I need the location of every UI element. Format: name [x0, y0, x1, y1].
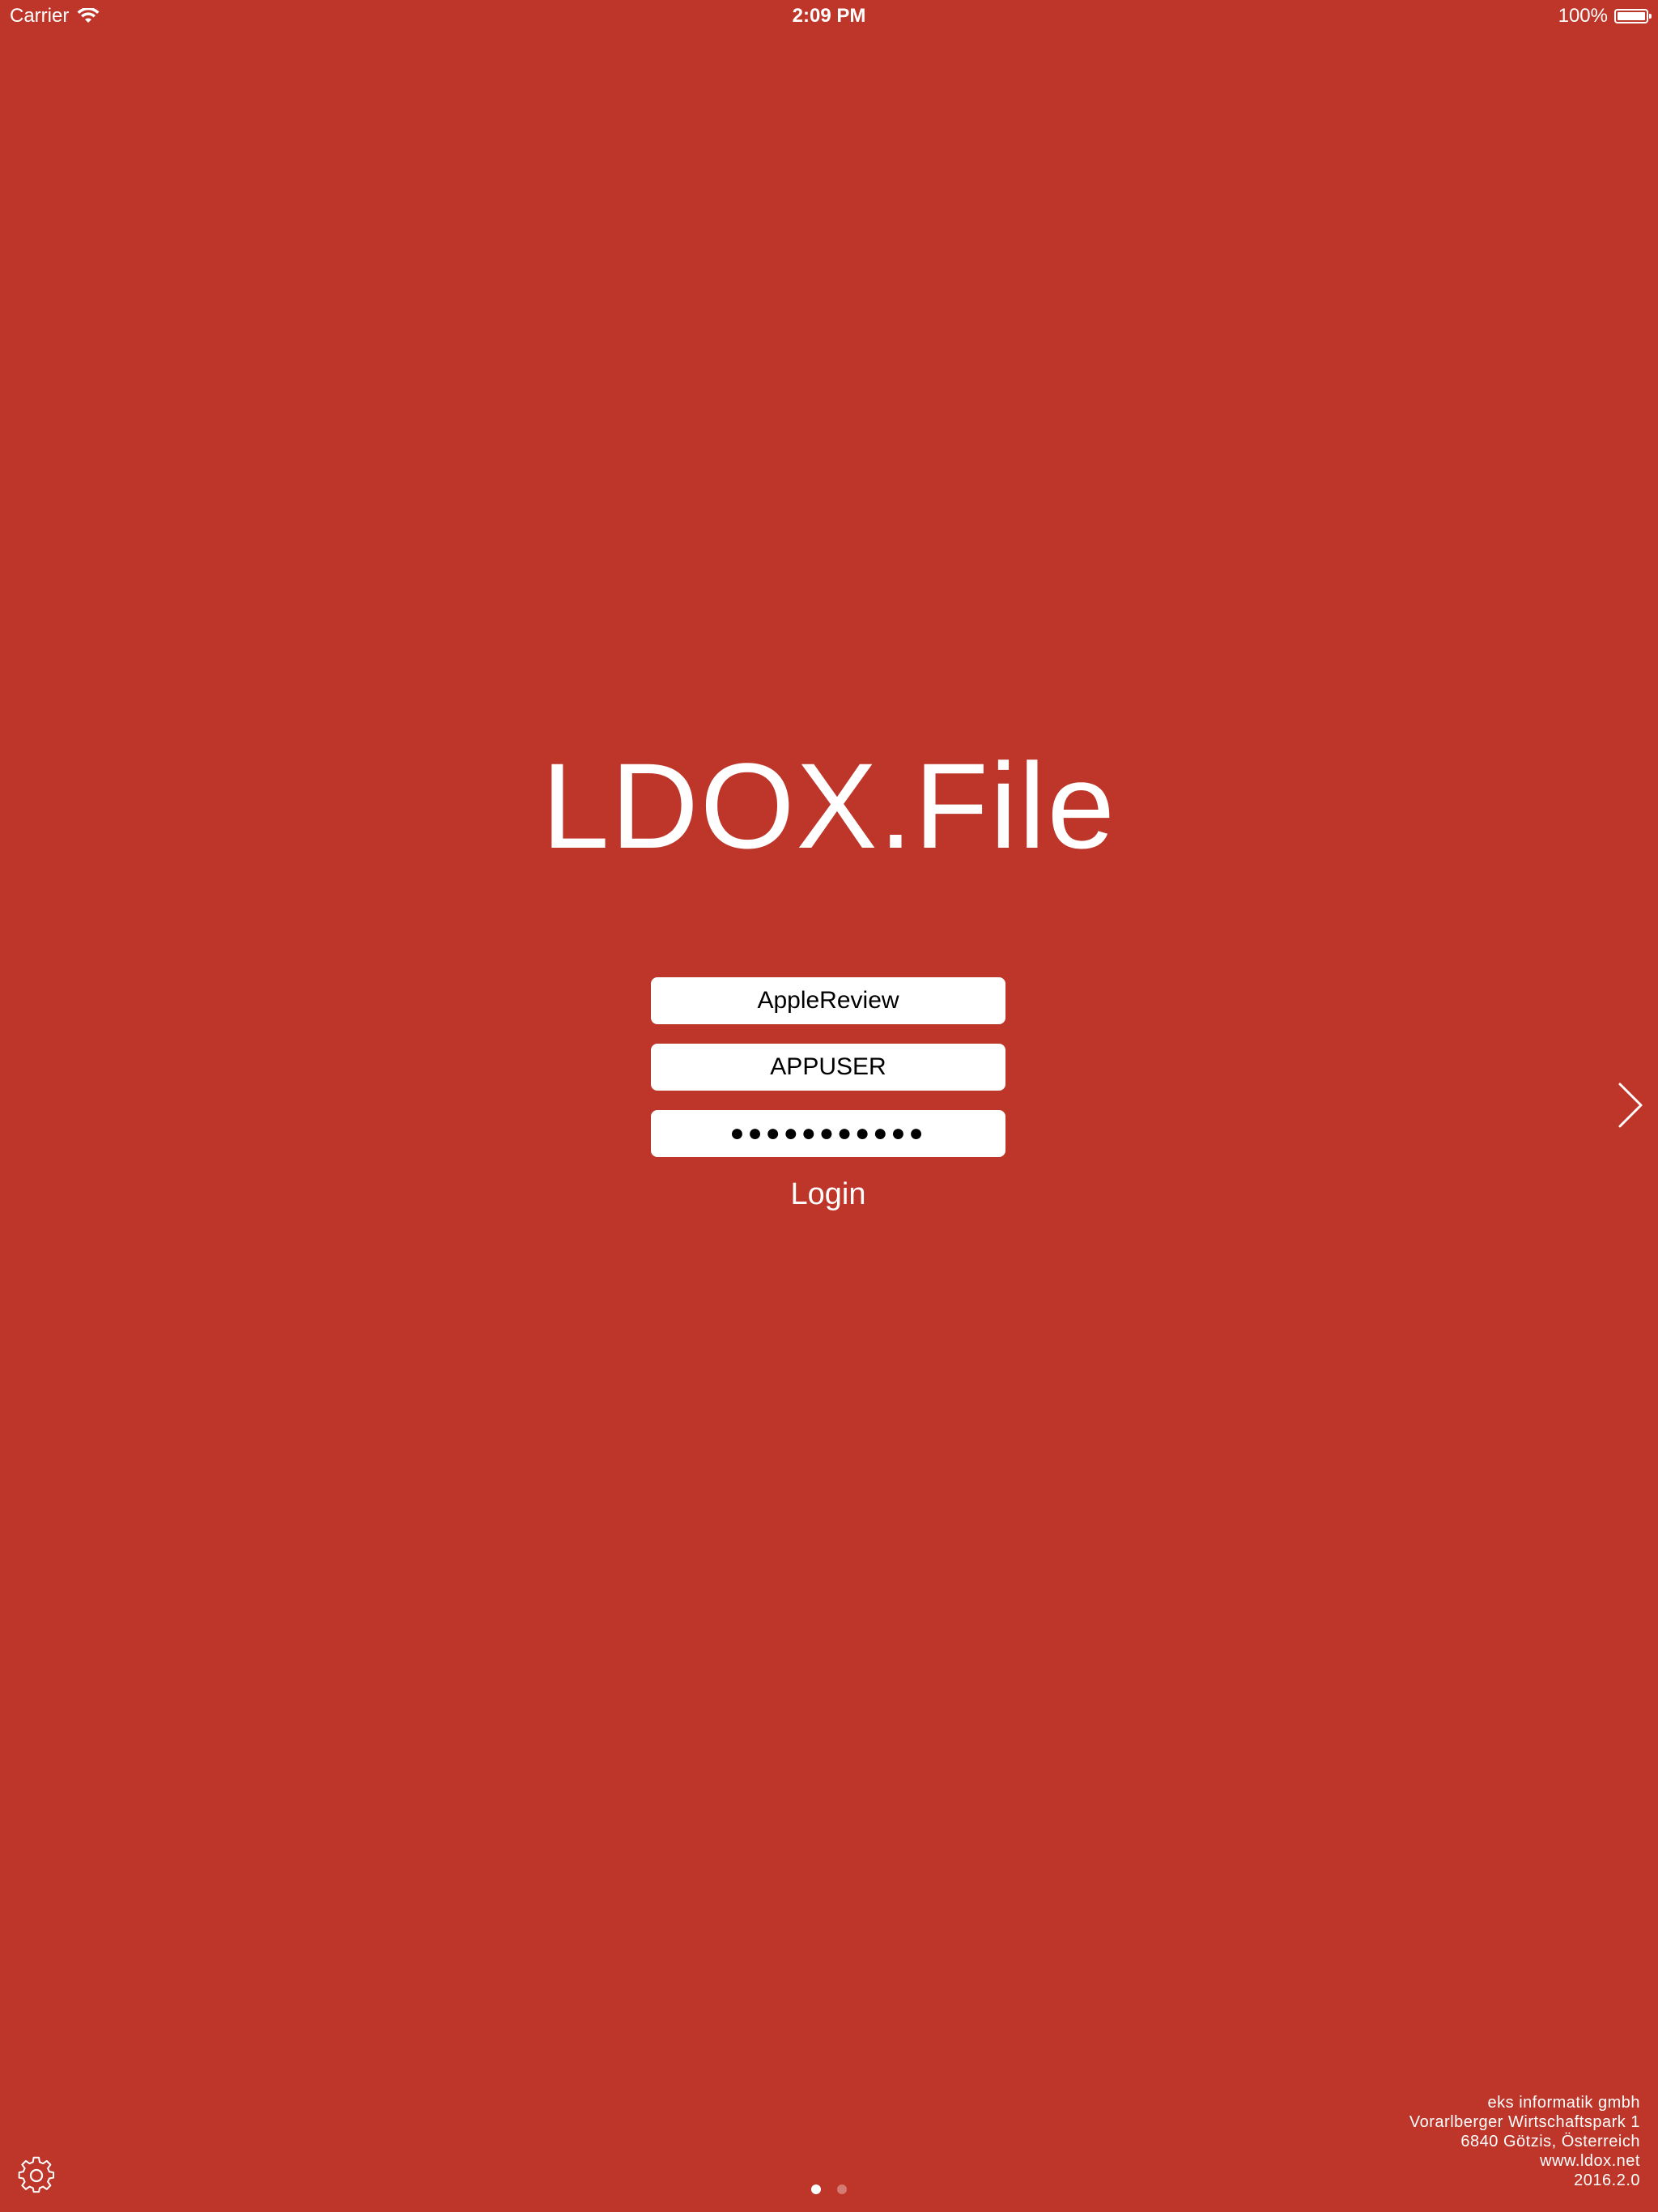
login-button[interactable]: Login — [651, 1176, 1005, 1213]
app-title: LDOX.File — [542, 738, 1116, 874]
company-city: 6840 Götzis, Österreich — [1460, 2133, 1640, 2150]
company-website: www.ldox.net — [1540, 2152, 1640, 2170]
page-dot-inactive[interactable] — [837, 2184, 847, 2194]
battery-icon — [1614, 9, 1652, 23]
company-name: eks informatik gmbh — [1487, 2094, 1640, 2112]
chevron-right-icon[interactable] — [1615, 1081, 1647, 1129]
company-street: Vorarlberger Wirtschaftspark 1 — [1409, 2113, 1640, 2131]
page-dot-active[interactable] — [811, 2184, 821, 2194]
server-field[interactable] — [651, 977, 1005, 1024]
page-indicator[interactable] — [0, 2184, 1658, 2194]
password-field[interactable] — [651, 1110, 1005, 1157]
login-form: Login — [651, 977, 1005, 1213]
battery-percent: 100% — [1558, 5, 1608, 27]
company-info: eks informatik gmbh Vorarlberger Wirtsch… — [1409, 2093, 1640, 2190]
status-bar: Carrier 2:09 PM 100% — [0, 0, 1658, 32]
status-battery-group: 100% — [1558, 5, 1652, 28]
status-time: 2:09 PM — [792, 5, 866, 27]
username-field[interactable] — [651, 1044, 1005, 1091]
